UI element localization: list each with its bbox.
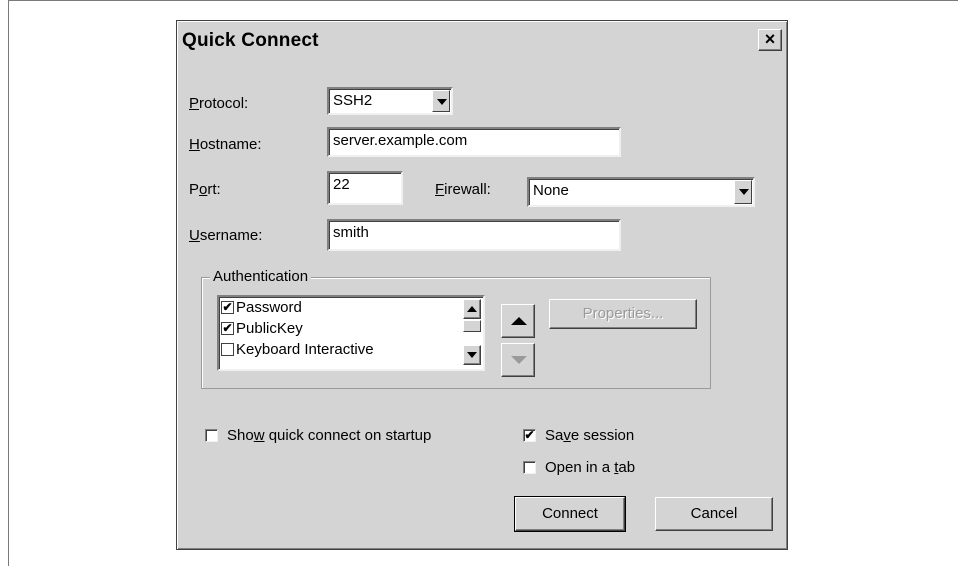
cancel-button[interactable]: Cancel bbox=[655, 497, 773, 531]
open-in-tab-label: Open in a tab bbox=[545, 459, 636, 476]
hostname-input[interactable]: server.example.com bbox=[327, 127, 621, 157]
firewall-value: None bbox=[533, 182, 569, 199]
port-input[interactable]: 22 bbox=[327, 171, 403, 205]
move-up-button[interactable] bbox=[501, 304, 535, 338]
firewall-select[interactable]: None bbox=[527, 177, 755, 207]
firewall-dropdown-button[interactable] bbox=[734, 180, 752, 204]
hostname-label: Hostname: bbox=[189, 136, 262, 153]
show-quick-connect-label: Show quick connect on startup bbox=[227, 427, 432, 444]
scroll-down-button[interactable] bbox=[463, 345, 481, 365]
close-icon: × bbox=[764, 29, 776, 49]
scroll-up-button[interactable] bbox=[463, 299, 481, 319]
chevron-down-icon bbox=[739, 189, 749, 195]
firewall-label: Firewall: bbox=[435, 181, 491, 198]
protocol-label: Protocol: bbox=[189, 95, 249, 112]
password-checkbox[interactable]: ✔ bbox=[221, 301, 234, 314]
scrollbar-thumb[interactable] bbox=[463, 320, 481, 332]
page-border-top bbox=[8, 0, 958, 1]
protocol-dropdown-button[interactable] bbox=[432, 90, 450, 112]
page-border-left bbox=[8, 0, 9, 566]
move-down-icon bbox=[511, 356, 527, 364]
open-in-tab-checkbox[interactable] bbox=[523, 461, 536, 474]
save-session-label: Save session bbox=[545, 427, 635, 444]
close-button[interactable]: × bbox=[758, 29, 782, 51]
dialog-title: Quick Connect bbox=[182, 30, 319, 51]
quick-connect-dialog: Quick Connect × Protocol: SSH2 Hostname:… bbox=[176, 20, 788, 550]
properties-button[interactable]: Properties... bbox=[549, 299, 697, 329]
username-label: Username: bbox=[189, 227, 263, 244]
connect-button[interactable]: Connect bbox=[514, 496, 626, 532]
list-item-label: Password bbox=[236, 299, 302, 316]
port-label: Port: bbox=[189, 181, 221, 198]
show-quick-connect-checkbox[interactable] bbox=[205, 429, 218, 442]
scroll-down-icon bbox=[467, 352, 477, 358]
hostname-value: server.example.com bbox=[333, 132, 468, 149]
username-value: smith bbox=[333, 224, 369, 241]
keyboard-interactive-checkbox[interactable] bbox=[221, 343, 234, 356]
save-session-checkbox[interactable]: ✔ bbox=[523, 429, 536, 442]
auth-methods-list[interactable]: ✔ Password ✔ PublicKey Keyboard Interact… bbox=[217, 295, 485, 371]
publickey-checkbox[interactable]: ✔ bbox=[221, 322, 234, 335]
scroll-up-icon bbox=[467, 306, 477, 312]
move-down-button[interactable] bbox=[501, 343, 535, 377]
port-value: 22 bbox=[333, 176, 350, 193]
protocol-select[interactable]: SSH2 bbox=[327, 87, 453, 115]
authentication-group-label: Authentication bbox=[210, 268, 312, 285]
chevron-down-icon bbox=[437, 99, 447, 105]
title-bar[interactable]: Quick Connect × bbox=[180, 24, 784, 56]
list-item-label: PublicKey bbox=[236, 320, 303, 337]
list-item-label: Keyboard Interactive bbox=[236, 341, 374, 358]
protocol-value: SSH2 bbox=[333, 92, 373, 109]
username-input[interactable]: smith bbox=[327, 219, 621, 251]
move-up-icon bbox=[511, 317, 527, 325]
